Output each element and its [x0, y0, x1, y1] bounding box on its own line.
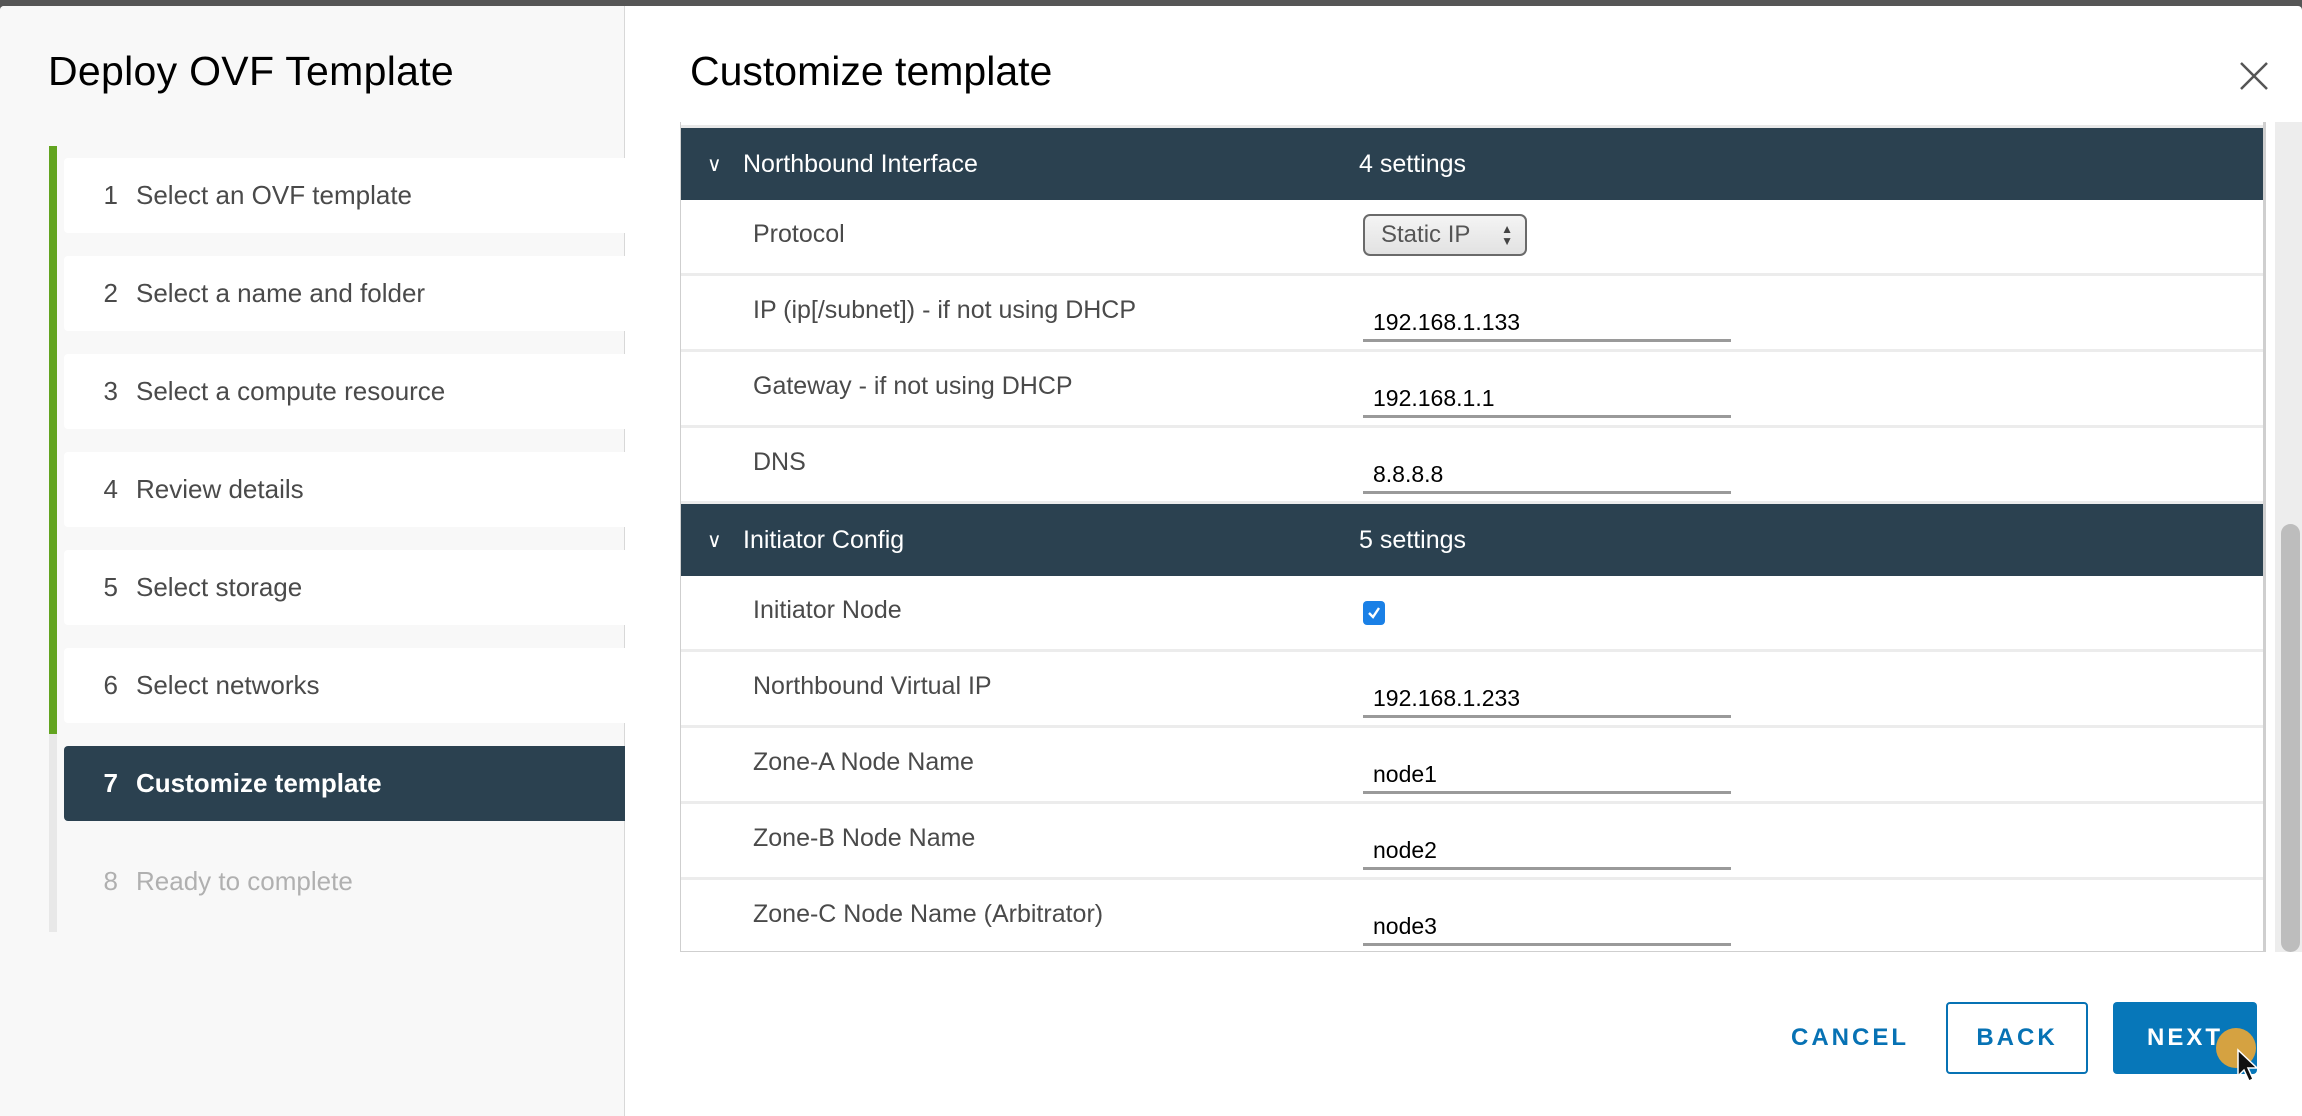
step-number: 1 — [103, 180, 118, 210]
step-label: Select a name and folder — [136, 278, 426, 308]
step-select-storage[interactable]: 5 Select storage — [64, 550, 625, 625]
setting-row-zone-b-node-name: Zone-B Node Name — [681, 804, 2263, 880]
setting-row-ip: IP (ip[/subnet]) - if not using DHCP — [681, 276, 2263, 352]
setting-row-dns: DNS — [681, 428, 2263, 504]
protocol-select[interactable]: Static IP ▲ ▼ — [1363, 214, 1527, 256]
dns-input[interactable] — [1363, 458, 1731, 494]
group-header-initiator-config[interactable]: ∨ Initiator Config 5 settings — [681, 504, 2263, 576]
northbound-virtual-ip-input[interactable] — [1363, 682, 1731, 718]
setting-label: Gateway - if not using DHCP — [753, 372, 1073, 400]
initiator-node-checkbox[interactable] — [1363, 601, 1385, 625]
setting-row-initiator-node: Initiator Node — [681, 576, 2263, 652]
wizard-sidebar: Deploy OVF Template 1 Select an OVF templ… — [0, 6, 625, 1116]
setting-label: DNS — [753, 448, 806, 476]
step-select-ovf-template[interactable]: 1 Select an OVF template — [64, 158, 625, 233]
step-number: 2 — [103, 278, 118, 308]
step-number: 6 — [103, 670, 118, 700]
group-header-northbound-interface[interactable]: ∨ Northbound Interface 4 settings — [681, 128, 2263, 200]
setting-row-gateway: Gateway - if not using DHCP — [681, 352, 2263, 428]
back-button[interactable]: BACK — [1946, 1002, 2088, 1074]
wizard-steps: 1 Select an OVF template 2 Select a name a… — [64, 158, 625, 942]
setting-label: IP (ip[/subnet]) - if not using DHCP — [753, 296, 1137, 324]
setting-row-zone-a-node-name: Zone-A Node Name — [681, 728, 2263, 804]
step-label: Customize template — [136, 768, 382, 798]
group-settings-count: 5 settings — [1359, 525, 1467, 554]
step-select-name-and-folder[interactable]: 2 Select a name and folder — [64, 256, 625, 331]
cancel-button[interactable]: CANCEL — [1770, 1002, 1930, 1074]
partial-setting-row — [681, 122, 2263, 128]
steps-progress-bar — [49, 146, 57, 734]
settings-scrollbar[interactable] — [2275, 122, 2302, 952]
step-number: 4 — [103, 474, 118, 504]
checkmark-icon — [1368, 607, 1380, 619]
close-button[interactable] — [2236, 58, 2272, 94]
settings-table: ∨ Northbound Interface 4 settings Protoc… — [680, 122, 2266, 952]
select-arrows-icon: ▲ ▼ — [1501, 222, 1513, 248]
setting-label: Initiator Node — [753, 596, 902, 624]
wizard-title: Deploy OVF Template — [48, 48, 455, 94]
setting-label: Zone-B Node Name — [753, 824, 976, 852]
setting-label: Zone-A Node Name — [753, 748, 974, 776]
group-settings-count: 4 settings — [1359, 149, 1467, 178]
group-name: Initiator Config — [743, 525, 905, 554]
group-name: Northbound Interface — [743, 149, 978, 178]
chevron-down-icon: ∨ — [707, 153, 722, 176]
step-number: 5 — [103, 572, 118, 602]
zone-a-node-name-input[interactable] — [1363, 758, 1731, 794]
setting-row-zone-c-node-name: Zone-C Node Name (Arbitrator) — [681, 880, 2263, 951]
step-number: 3 — [103, 376, 118, 406]
step-label: Select networks — [136, 670, 320, 700]
setting-label: Zone-C Node Name (Arbitrator) — [753, 900, 1104, 928]
zone-b-node-name-input[interactable] — [1363, 834, 1731, 870]
step-label: Select an OVF template — [136, 180, 413, 210]
step-label: Select a compute resource — [136, 376, 446, 406]
setting-row-northbound-virtual-ip: Northbound Virtual IP — [681, 652, 2263, 728]
step-select-networks[interactable]: 6 Select networks — [64, 648, 625, 723]
step-customize-template[interactable]: 7 Customize template — [64, 746, 625, 821]
gateway-input[interactable] — [1363, 382, 1731, 418]
step-review-details[interactable]: 4 Review details — [64, 452, 625, 527]
step-number: 8 — [103, 866, 118, 896]
step-number: 7 — [103, 768, 118, 798]
ip-input[interactable] — [1363, 306, 1731, 342]
deploy-ovf-wizard-dialog: Deploy OVF Template 1 Select an OVF templ… — [0, 6, 2302, 1116]
page-title: Customize template — [690, 48, 1053, 94]
step-label: Select storage — [136, 572, 303, 602]
step-select-compute-resource[interactable]: 3 Select a compute resource — [64, 354, 625, 429]
step-ready-to-complete: 8 Ready to complete — [64, 844, 625, 919]
protocol-select-value: Static IP — [1381, 221, 1471, 248]
step-label: Review details — [136, 474, 304, 504]
step-label: Ready to complete — [136, 866, 353, 896]
mouse-pointer-icon — [2237, 1048, 2259, 1083]
setting-label: Protocol — [753, 220, 845, 248]
chevron-down-icon: ∨ — [707, 529, 722, 552]
setting-row-protocol: Protocol Static IP ▲ ▼ — [681, 200, 2263, 276]
zone-c-node-name-input[interactable] — [1363, 910, 1731, 946]
scrollbar-thumb[interactable] — [2281, 524, 2300, 952]
close-icon — [2240, 62, 2268, 90]
setting-label: Northbound Virtual IP — [753, 672, 992, 700]
